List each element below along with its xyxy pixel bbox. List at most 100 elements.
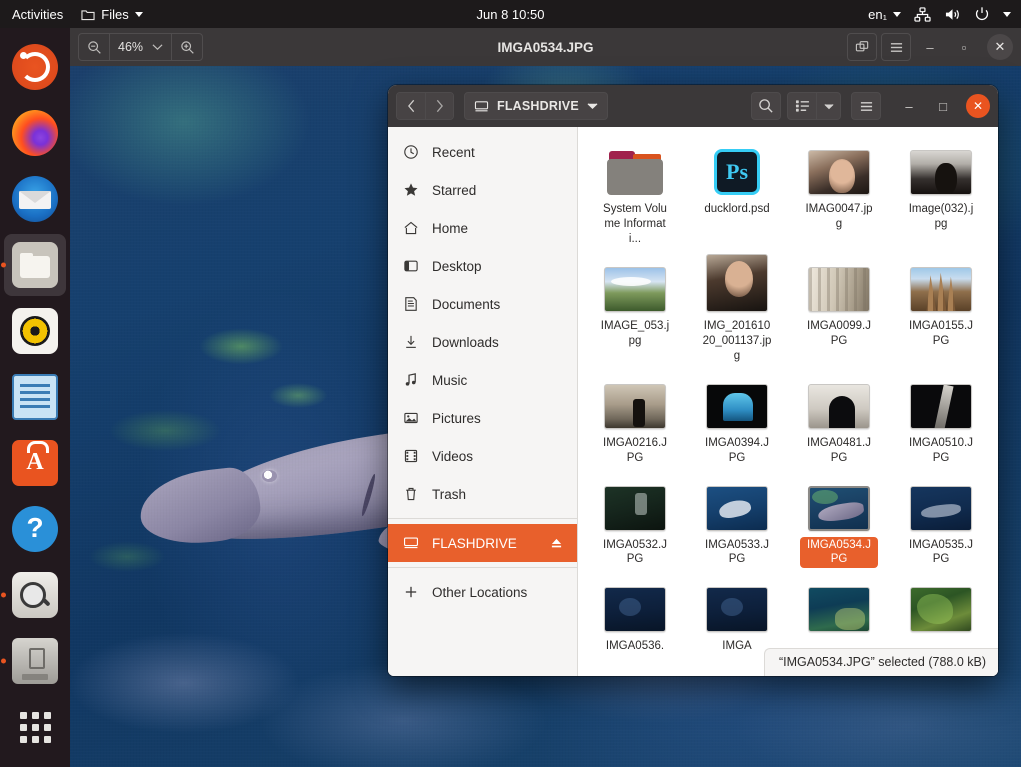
thumbnail: Ps [706,145,768,195]
files-body: Recent Starred Home Desktop Documents Do… [388,127,998,676]
maximize-button[interactable]: □ [929,92,957,120]
hamburger-menu-icon[interactable] [881,33,911,61]
chevron-down-icon[interactable] [152,43,163,51]
file-item-imga0534-selected[interactable]: IMGA0534.JPG [788,473,890,575]
file-item-imga0535[interactable]: IMGA0535.JPG [890,473,992,575]
close-button[interactable]: ✕ [966,94,990,118]
places-sidebar[interactable]: Recent Starred Home Desktop Documents Do… [388,127,578,676]
sidebar-item-home[interactable]: Home [388,209,577,247]
best-fit-icon[interactable] [847,33,877,61]
sidebar-item-videos[interactable]: Videos [388,437,577,475]
sidebar-item-documents[interactable]: Documents [388,285,577,323]
chevron-down-icon[interactable] [1003,11,1011,17]
clock-area[interactable]: Jun 8 10:50 [477,7,545,22]
file-grid[interactable]: System Volume Informati... Ps ducklord.p… [578,127,998,661]
file-grid-area[interactable]: System Volume Informati... Ps ducklord.p… [578,127,998,676]
volume-icon[interactable] [944,7,961,22]
dock-item-help[interactable] [4,498,66,560]
dock-item-ubuntu-logo[interactable] [4,36,66,98]
app-menu-files[interactable]: Files [81,7,143,22]
file-item-img-20161020[interactable]: IMG_20161020_001137.jpg [686,253,788,371]
file-item-imga0216[interactable]: IMGA0216.JPG [584,371,686,473]
sidebar-item-other-locations[interactable]: Other Locations [388,573,577,611]
files-headerbar[interactable]: FLASHDRIVE – □ ✕ [388,85,998,127]
chevron-down-icon[interactable] [134,11,143,17]
dock-item-files[interactable] [1,234,66,296]
file-name: IMAG0047.jpg [805,203,873,230]
close-button[interactable]: ✕ [987,34,1013,60]
dock-item-thunderbird[interactable] [4,168,66,230]
sidebar-item-desktop[interactable]: Desktop [388,247,577,285]
thumbnail [910,481,972,531]
dock-item-show-applications[interactable] [4,696,66,758]
minimize-button[interactable]: – [895,92,923,120]
file-item-ducklord-psd[interactable]: Ps ducklord.psd [686,137,788,254]
keyboard-layout-label: en₁ [868,6,887,22]
sidebar-item-label: Videos [432,448,474,464]
navigation-buttons[interactable] [396,92,454,120]
impress-icon [12,374,58,420]
forward-button[interactable] [425,93,453,119]
sidebar-item-trash[interactable]: Trash [388,475,577,513]
search-icon[interactable] [751,92,781,120]
network-icon[interactable] [914,6,931,22]
dock-item-ubuntu-software[interactable] [4,432,66,494]
dock-item-rhythmbox[interactable] [4,300,66,362]
file-item-image032[interactable]: Image(032).jpg [890,137,992,254]
hamburger-menu-icon[interactable] [851,92,881,120]
thumbnail [604,481,666,531]
sidebar-item-music[interactable]: Music [388,361,577,399]
file-item-imga0532[interactable]: IMGA0532.JPG [584,473,686,575]
sidebar-item-label: Desktop [432,258,482,274]
file-item-imga0510[interactable]: IMGA0510.JPG [890,371,992,473]
file-item-imga0536[interactable]: IMGA0536. [584,574,686,661]
file-name: IMGA [722,640,752,653]
image-viewer-headerbar[interactable]: 46% IMGA0534.JPG – ▫ ✕ [70,28,1021,66]
file-item-imag0047[interactable]: IMAG0047.jpg [788,137,890,254]
file-item-imga0394[interactable]: IMGA0394.JPG [686,371,788,473]
sidebar-item-pictures[interactable]: Pictures [388,399,577,437]
desktop-icon [402,258,419,274]
dock-item-firefox[interactable] [4,102,66,164]
chevron-down-icon[interactable] [893,11,901,17]
view-mode-group[interactable] [787,92,841,120]
location-breadcrumb-flashdrive[interactable]: FLASHDRIVE [464,92,608,120]
zoom-out-icon[interactable] [79,34,109,60]
file-item-imga0099[interactable]: IMGA0099.JPG [788,254,890,371]
list-view-icon[interactable] [787,92,817,120]
activities-button[interactable]: Activities [12,7,63,22]
dock-item-flashdrive[interactable] [1,630,66,692]
image-thumbnail [910,587,972,633]
sidebar-item-starred[interactable]: Starred [388,171,577,209]
documents-icon [402,296,419,312]
file-item-image-053[interactable]: IMAGE_053.jpg [584,254,686,371]
thumbnail [604,145,666,195]
system-status-area[interactable]: en₁ [868,6,1011,22]
image-thumbnail [910,485,972,531]
view-dropdown-icon[interactable] [817,92,841,120]
zoom-in-icon[interactable] [172,34,202,60]
eject-icon[interactable] [550,537,563,549]
image-viewer-window-controls[interactable]: – ▫ ✕ [847,33,1013,61]
maximize-button[interactable]: ▫ [949,33,979,61]
dock-item-image-viewer[interactable] [1,564,66,626]
gnome-top-bar[interactable]: Activities Files Jun 8 10:50 en₁ [0,0,1021,28]
sidebar-item-flashdrive[interactable]: FLASHDRIVE [388,524,577,562]
file-item-imga0533[interactable]: IMGA0533.JPG [686,473,788,575]
zoom-level-display[interactable]: 46% [109,34,173,60]
power-icon[interactable] [974,6,990,22]
files-window[interactable]: FLASHDRIVE – □ ✕ Recent Starred Home Des… [388,85,998,676]
sidebar-item-downloads[interactable]: Downloads [388,323,577,361]
sidebar-item-label: Pictures [432,410,481,426]
dock-item-libreoffice-impress[interactable] [4,366,66,428]
file-item-imga0481[interactable]: IMGA0481.JPG [788,371,890,473]
file-item-imga0155[interactable]: IMGA0155.JPG [890,254,992,371]
file-item-system-volume-information[interactable]: System Volume Informati... [584,137,686,254]
minimize-button[interactable]: – [915,33,945,61]
dock[interactable] [0,28,70,767]
keyboard-layout-indicator[interactable]: en₁ [868,7,901,22]
back-button[interactable] [397,93,425,119]
zoom-control-group[interactable]: 46% [78,33,204,61]
chevron-down-icon[interactable] [587,102,598,110]
sidebar-item-recent[interactable]: Recent [388,133,577,171]
